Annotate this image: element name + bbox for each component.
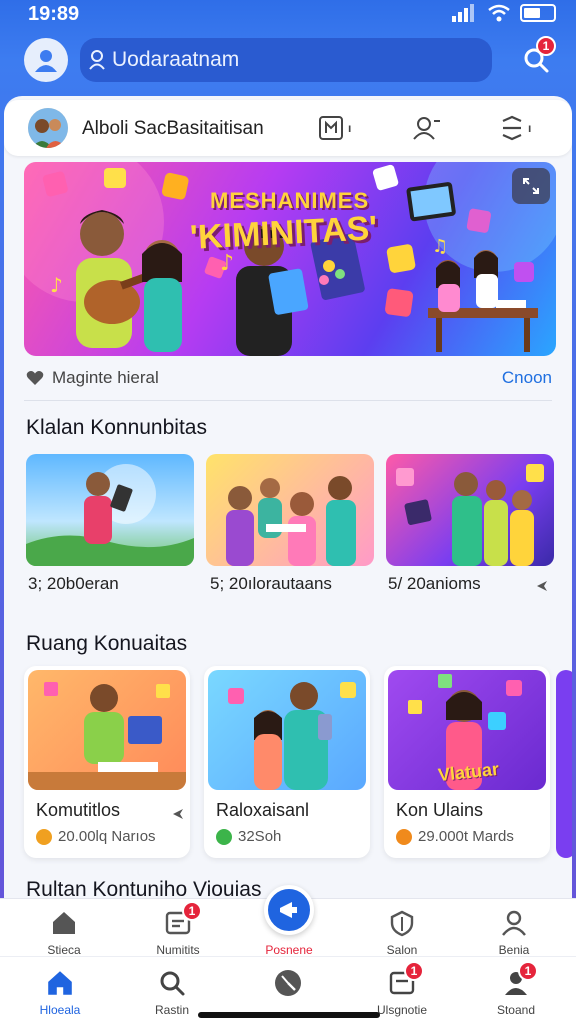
event-card[interactable] (206, 454, 374, 566)
battery-icon (520, 4, 556, 22)
tab-badge: 1 (404, 961, 424, 981)
svg-text:♪: ♪ (50, 273, 63, 297)
top-app-bar: Uodaraatnam 1 (0, 34, 576, 90)
heart-icon (26, 371, 44, 385)
friends-button[interactable] (412, 112, 442, 144)
gauge-icon (272, 967, 304, 999)
search-text: Uodaraatnam (112, 48, 240, 71)
home-icon (44, 967, 76, 999)
nav-item-benia[interactable]: Benia (474, 905, 554, 957)
event-image (226, 476, 356, 566)
room-image (28, 670, 186, 790)
home-indicator[interactable] (198, 1012, 380, 1018)
banner-meta-row: Maginte hieral Cnoon (24, 364, 552, 392)
room-name: Komutitlos (36, 800, 121, 820)
status-icons (452, 4, 556, 22)
event-card[interactable] (386, 454, 554, 566)
banner-like[interactable]: Maginte hieral (26, 368, 159, 388)
nav-label: Numitits (156, 943, 200, 957)
expand-banner-button[interactable] (512, 168, 550, 204)
media-button[interactable]: ı (318, 112, 351, 144)
event-image (396, 464, 544, 566)
room-count-text: 29.000t Mards (418, 828, 514, 845)
main-content: Alboli SacBasitaitisan ı ı ♪ ♪ ♫ MESHANI… (4, 96, 572, 996)
secondary-nav: Stieca 1 Numitits Posnene Salon Benia (0, 885, 576, 957)
nav-item-stieca[interactable]: Stieca (24, 905, 104, 957)
room-card[interactable]: Komutitlos 20.00lq Narıos (24, 666, 190, 858)
expand-icon (523, 178, 539, 194)
nav-badge: 1 (182, 901, 202, 921)
profile-name: Alboli SacBasitaitisan (82, 118, 264, 139)
nav-label: Benia (498, 943, 530, 957)
event-image (26, 464, 194, 566)
signal-icon (452, 4, 474, 22)
tab-label: Stoand (496, 1003, 536, 1017)
room-name: Kon Ulains (396, 800, 484, 820)
tab-profile[interactable]: 1 Stoand (476, 961, 556, 1017)
members-dot-icon (36, 828, 52, 845)
room-count: 20.00lq Narıos (36, 828, 156, 845)
menu-icon (502, 115, 522, 141)
share-icon[interactable] (170, 806, 186, 822)
room-count: 32Soh (216, 828, 281, 845)
nav-item-posnene[interactable]: Posnene (249, 905, 329, 957)
profile-row: Alboli SacBasitaitisan ı ı (4, 100, 572, 156)
room-count-text: 20.00lq Narıos (58, 828, 156, 845)
person-search-icon (89, 50, 105, 70)
nav-label-active: Posnene (265, 943, 313, 957)
svg-text:♫: ♫ (432, 236, 448, 257)
status-time: 19:89 (28, 3, 80, 25)
room-card[interactable]: Vlatuar Kon Ulains 29.000t Mards (384, 666, 550, 858)
nav-label: Salon (386, 943, 418, 957)
members-dot-icon (396, 828, 412, 845)
event-caption: 5/ 20anioms (388, 574, 481, 593)
nav-item-numitits[interactable]: 1 Numitits (138, 901, 218, 957)
tab-search[interactable]: Rastin (132, 965, 212, 1017)
share-icon[interactable] (534, 578, 550, 594)
person-icon (498, 907, 530, 939)
rooms-section-title: Ruang Konuaitas (26, 632, 188, 655)
person-add-icon (413, 117, 440, 140)
tab-home[interactable]: Hloeala (20, 965, 100, 1017)
event-card[interactable] (26, 454, 194, 566)
tab-activity[interactable] (248, 965, 328, 1017)
room-image: Vlatuar (388, 670, 546, 790)
search-icon (156, 967, 188, 999)
media-icon (319, 116, 343, 140)
notification-badge: 1 (536, 36, 556, 56)
shield-icon (386, 907, 418, 939)
nav-label: Stieca (47, 943, 81, 957)
media-label: ı (348, 121, 352, 135)
event-caption: 5; 20ılorautaans (210, 574, 332, 593)
banner-meta-text: Maginte hieral (52, 368, 159, 387)
tab-label-active: Hloeala (39, 1003, 81, 1017)
home-icon (48, 907, 80, 939)
room-image (208, 670, 366, 790)
search-input[interactable]: Uodaraatnam (80, 38, 492, 82)
menu-label: ı (528, 121, 532, 135)
notifications-button[interactable]: 1 (516, 36, 556, 82)
menu-button[interactable]: ı (500, 112, 531, 144)
banner-meta-link[interactable]: Cnoon (502, 368, 552, 388)
user-icon (35, 50, 57, 72)
status-bar: 19:89 (0, 0, 576, 30)
room-name: Raloxaisanl (216, 800, 310, 820)
divider (24, 400, 552, 401)
user-avatar-button[interactable] (24, 38, 68, 82)
room-card[interactable]: Raloxaisanl 32Soh (204, 666, 370, 858)
wifi-icon (488, 4, 510, 22)
nav-item-salon[interactable]: Salon (362, 905, 442, 957)
tab-notifications[interactable]: 1 Ulsgnotie (362, 961, 442, 1017)
members-dot-icon (216, 828, 232, 845)
featured-banner[interactable]: ♪ ♪ ♫ MESHANIMES 'KIMINITAS' (24, 162, 556, 356)
tab-badge: 1 (518, 961, 538, 981)
room-card-peek[interactable] (556, 670, 572, 858)
room-count: 29.000t Mards (396, 828, 514, 845)
event-caption: 3; 20b0eran (28, 574, 119, 593)
events-section-title: Klalan Konnunbitas (26, 416, 207, 439)
room-count-text: 32Soh (238, 828, 282, 845)
profile-avatar[interactable] (28, 108, 68, 148)
